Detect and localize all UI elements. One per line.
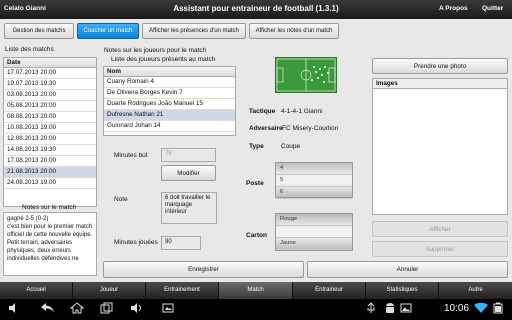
save-button[interactable]: Enregistrer bbox=[103, 261, 304, 278]
home-icon[interactable] bbox=[69, 302, 85, 317]
poste-option[interactable]: 5 bbox=[276, 175, 352, 187]
matches-column-date: Date bbox=[4, 58, 96, 68]
type-label: Type bbox=[249, 143, 264, 150]
match-row[interactable]: 17.08.2013 20:00 bbox=[4, 156, 96, 167]
match-row[interactable]: 14.08.2013 19:30 bbox=[4, 145, 96, 156]
poste-picker[interactable]: 4 5 6 bbox=[275, 162, 353, 199]
volume-up-icon[interactable] bbox=[130, 302, 144, 317]
wifi-icon bbox=[474, 302, 488, 317]
tab-entraineur[interactable]: Entraineur bbox=[293, 282, 366, 299]
bottom-tab-bar: Accueil Joueur Entrainement Match Entrai… bbox=[0, 282, 512, 299]
afficher-button[interactable]: Afficher bbox=[372, 221, 508, 237]
tactique-label: Tactique bbox=[249, 108, 276, 115]
type-value: Coupe bbox=[281, 143, 301, 150]
app-title: Assistant pour entraineur de football (1… bbox=[173, 4, 339, 13]
about-button[interactable]: A Propos bbox=[439, 5, 468, 12]
match-row[interactable]: 17.07.2013 20:00 bbox=[4, 68, 96, 79]
player-row[interactable]: Guinnard Johan 14 bbox=[104, 121, 235, 132]
formation-pitch bbox=[275, 57, 337, 93]
match-row[interactable]: 10.08.2013 19:00 bbox=[4, 123, 96, 134]
minutes-but-input[interactable]: 75' bbox=[161, 148, 216, 162]
tab-coacher-match[interactable]: Coacher un match bbox=[77, 23, 139, 39]
poste-option[interactable]: 4 bbox=[276, 163, 352, 175]
carton-picker[interactable]: Rouge Jaune bbox=[275, 213, 353, 251]
minutes-but-label: Minutes but bbox=[114, 152, 148, 159]
images-list[interactable]: Images bbox=[372, 78, 508, 215]
clock: 10:06 bbox=[444, 303, 470, 314]
battery-icon bbox=[492, 302, 504, 317]
screenshot-icon[interactable] bbox=[162, 302, 174, 317]
matches-heading: Liste des matchs bbox=[5, 46, 54, 53]
players-subheading: Liste des joueurs présents au match bbox=[111, 56, 216, 63]
cancel-button[interactable]: Annuler bbox=[307, 261, 508, 278]
tab-accueil[interactable]: Accueil bbox=[0, 282, 73, 299]
adversaire-label: Adversaire bbox=[249, 125, 283, 132]
players-column-nom: Nom bbox=[104, 67, 235, 77]
tab-notes-match[interactable]: Afficher les notes d'un match bbox=[249, 23, 339, 39]
image-icon bbox=[400, 302, 412, 317]
android-icon bbox=[384, 302, 396, 317]
title-bar: Celato Gianni Assistant pour entraineur … bbox=[0, 0, 512, 19]
matches-list[interactable]: Date 17.07.2013 20:00 19.07.2013 19:30 03.… bbox=[3, 57, 97, 207]
poste-option[interactable]: 6 bbox=[276, 187, 352, 199]
volume-down-icon[interactable] bbox=[8, 302, 20, 317]
supprimer-button[interactable]: Supprimer bbox=[372, 241, 508, 257]
minutes-jouees-input[interactable]: 90 bbox=[161, 236, 201, 250]
tab-entrainement[interactable]: Entrainement bbox=[146, 282, 219, 299]
match-row[interactable]: 19.07.2013 19:30 bbox=[4, 79, 96, 90]
match-row[interactable]: 05.08.2013 20:00 bbox=[4, 101, 96, 112]
match-row[interactable]: 03.08.2013 20:00 bbox=[4, 90, 96, 101]
carton-option[interactable]: Jaune bbox=[276, 238, 352, 250]
player-row[interactable]: Duarte Rodrigues João Manuel 15 bbox=[104, 99, 235, 110]
tactique-value: 4-1-4-1 Gianni bbox=[281, 108, 323, 115]
minutes-jouees-label: Minutes jouées bbox=[114, 239, 158, 246]
match-row[interactable]: 24.08.2013 19:00 bbox=[4, 178, 96, 189]
player-row[interactable]: Cuany Romain 4 bbox=[104, 77, 235, 88]
recent-apps-icon[interactable] bbox=[100, 302, 114, 317]
take-photo-button[interactable]: Prendre une photo bbox=[372, 58, 508, 74]
tab-autre[interactable]: Autre bbox=[439, 282, 512, 299]
carton-option[interactable] bbox=[276, 226, 352, 238]
tab-presences-match[interactable]: Afficher les présences d'un match bbox=[142, 23, 246, 39]
carton-option[interactable]: Rouge bbox=[276, 214, 352, 226]
usb-icon bbox=[366, 302, 376, 317]
quit-button[interactable]: Quitter bbox=[482, 5, 503, 12]
tab-statistiques[interactable]: Statistiques bbox=[366, 282, 439, 299]
back-icon[interactable] bbox=[40, 302, 56, 317]
tab-joueur[interactable]: Joueur bbox=[73, 282, 146, 299]
match-notes-text[interactable]: gagné 2-5 (0-2) c'est bien pour le premi… bbox=[3, 212, 97, 276]
player-row[interactable]: Dufresne Nathan 21 bbox=[104, 110, 235, 121]
match-row[interactable]: 08.08.2013 20:00 bbox=[4, 112, 96, 123]
match-notes-heading: Notes sur le match bbox=[22, 204, 77, 211]
match-row[interactable]: 21.08.2013 20:00 bbox=[4, 167, 96, 178]
tab-gestion-matchs[interactable]: Gestion des matchs bbox=[4, 23, 74, 39]
match-row[interactable]: 12.08.2013 20:00 bbox=[4, 134, 96, 145]
poste-label: Poste bbox=[246, 180, 264, 187]
system-bar: 10:06 bbox=[0, 299, 512, 320]
players-list[interactable]: Nom Cuany Romain 4 De Oliveira Borges Kev… bbox=[103, 66, 236, 136]
adversaire-value: FC Misery-Courtion bbox=[282, 125, 339, 132]
note-label: Note bbox=[114, 196, 128, 203]
images-header: Images bbox=[373, 79, 507, 89]
players-heading: Notes sur les joueurs pour le match bbox=[104, 47, 207, 54]
note-input[interactable]: 6 doit travailler le marquage intérieur bbox=[161, 192, 217, 224]
player-row[interactable]: De Oliveira Borges Kevin 7 bbox=[104, 88, 235, 99]
modifier-button[interactable]: Modifier bbox=[161, 165, 216, 181]
carton-label: Carton bbox=[246, 232, 267, 239]
tab-match[interactable]: Match bbox=[219, 282, 293, 299]
